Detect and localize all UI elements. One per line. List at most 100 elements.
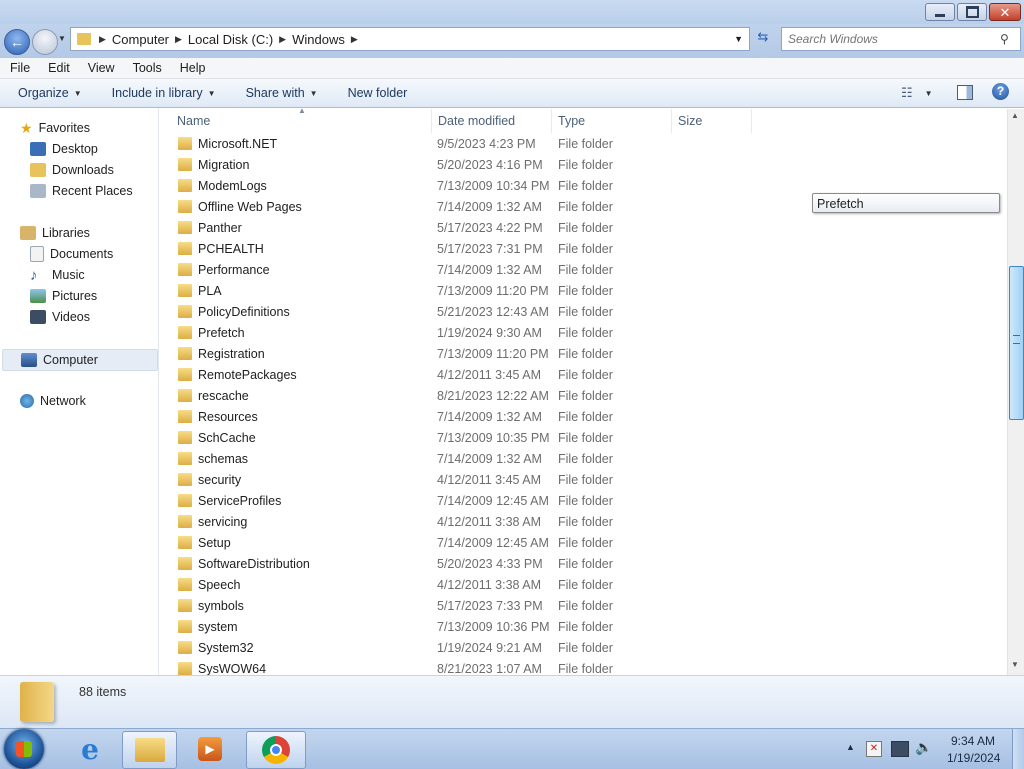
volume-muted-icon[interactable]: 🔈 <box>915 739 932 756</box>
chevron-right-icon[interactable]: ▶ <box>175 34 182 45</box>
include-in-library-button[interactable]: Include in library ▼ <box>112 86 216 100</box>
column-header-name[interactable]: Name <box>171 109 432 133</box>
file-type: File folder <box>558 158 613 172</box>
taskbar-internet-explorer[interactable]: e <box>68 731 112 767</box>
file-row[interactable]: security 4/12/2011 3:45 AM File folder <box>160 470 1007 491</box>
file-row[interactable]: PLA 7/13/2009 11:20 PM File folder <box>160 281 1007 302</box>
file-row[interactable]: ServiceProfiles 7/14/2009 12:45 AM File fo… <box>160 491 1007 512</box>
organize-button[interactable]: Organize ▼ <box>18 86 82 100</box>
taskbar-chrome[interactable] <box>246 731 306 769</box>
title-bar: ✕ <box>0 0 1024 24</box>
nav-computer-label: Computer <box>43 353 98 367</box>
nav-item-pictures[interactable]: Pictures <box>0 286 186 306</box>
column-header-type[interactable]: Type <box>552 109 672 133</box>
file-row[interactable]: symbols 5/17/2023 7:33 PM File folder <box>160 596 1007 617</box>
column-header-size[interactable]: Size <box>672 109 752 133</box>
nav-libraries[interactable]: Libraries <box>0 223 176 243</box>
nav-item-recent-places[interactable]: Recent Places <box>0 181 186 201</box>
chevron-right-icon[interactable]: ▶ <box>351 34 358 45</box>
recent-pages-dropdown[interactable]: ▼ <box>58 34 66 43</box>
file-row[interactable]: PCHEALTH 5/17/2023 7:31 PM File folder <box>160 239 1007 260</box>
breadcrumb-local-disk[interactable]: Local Disk (C:) <box>182 32 279 47</box>
file-row[interactable]: PolicyDefinitions 5/21/2023 12:43 AM File … <box>160 302 1007 323</box>
search-icon[interactable]: ⚲ <box>1000 32 1009 46</box>
folder-icon <box>178 662 192 675</box>
file-row[interactable]: Speech 4/12/2011 3:38 AM File folder <box>160 575 1007 596</box>
file-row[interactable]: Performance 7/14/2009 1:32 AM File folder <box>160 260 1007 281</box>
file-row[interactable]: RemotePackages 4/12/2011 3:45 AM File fold… <box>160 365 1007 386</box>
refresh-button[interactable]: ⇆ <box>752 29 774 47</box>
forward-button[interactable] <box>32 29 58 55</box>
file-row[interactable]: Microsoft.NET 9/5/2023 4:23 PM File folder <box>160 134 1007 155</box>
new-folder-button[interactable]: New folder <box>348 86 408 100</box>
file-date-modified: 5/17/2023 4:22 PM <box>437 221 543 235</box>
menu-file[interactable]: File <box>0 61 38 75</box>
taskbar-media-player[interactable]: ▶ <box>186 731 234 767</box>
nav-computer[interactable]: Computer <box>2 349 158 371</box>
file-row[interactable]: Prefetch 1/19/2024 9:30 AM File folder <box>160 323 1007 344</box>
chevron-right-icon[interactable]: ▶ <box>279 34 286 45</box>
file-row[interactable]: SchCache 7/13/2009 10:35 PM File folder <box>160 428 1007 449</box>
menu-help[interactable]: Help <box>170 61 214 75</box>
scroll-thumb[interactable] <box>1009 266 1024 420</box>
address-dropdown-icon[interactable]: ▼ <box>734 34 743 44</box>
help-button[interactable]: ? <box>992 83 1009 100</box>
file-row[interactable]: Migration 5/20/2023 4:16 PM File folder <box>160 155 1007 176</box>
breadcrumb-computer[interactable]: Computer <box>106 32 175 47</box>
file-row[interactable]: system 7/13/2009 10:36 PM File folder <box>160 617 1007 638</box>
show-hidden-icons-button[interactable]: ▲ <box>846 742 855 752</box>
file-row[interactable]: Setup 7/14/2009 12:45 AM File folder <box>160 533 1007 554</box>
scroll-up-arrow[interactable]: ▲ <box>1011 111 1019 120</box>
close-button[interactable]: ✕ <box>989 3 1021 21</box>
menu-view[interactable]: View <box>78 61 123 75</box>
minimize-button[interactable] <box>925 3 955 21</box>
music-icon: ♪ <box>30 266 38 284</box>
file-row[interactable]: System32 1/19/2024 9:21 AM File folder <box>160 638 1007 659</box>
column-header-date-modified[interactable]: Date modified <box>432 109 552 133</box>
nav-item-music[interactable]: ♪ Music <box>0 265 186 285</box>
chevron-right-icon[interactable]: ▶ <box>99 34 106 45</box>
menu-tools[interactable]: Tools <box>123 61 170 75</box>
file-name: Microsoft.NET <box>198 137 278 151</box>
menu-edit[interactable]: Edit <box>38 61 78 75</box>
file-row[interactable]: rescache 8/21/2023 12:22 AM File folder <box>160 386 1007 407</box>
network-status-icon[interactable] <box>891 741 909 757</box>
folder-icon <box>178 368 192 381</box>
folder-icon <box>178 137 192 150</box>
action-center-icon[interactable]: ✕ <box>866 741 882 757</box>
breadcrumb-windows[interactable]: Windows <box>286 32 351 47</box>
file-list: Microsoft.NET 9/5/2023 4:23 PM File folder… <box>160 134 1007 675</box>
folder-icon <box>178 515 192 528</box>
file-row[interactable]: Registration 7/13/2009 11:20 PM File folde… <box>160 344 1007 365</box>
nav-item-documents[interactable]: Documents <box>0 244 186 264</box>
nav-item-downloads[interactable]: Downloads <box>0 160 186 180</box>
share-with-button[interactable]: Share with ▼ <box>246 86 318 100</box>
file-type: File folder <box>558 473 613 487</box>
show-desktop-button[interactable] <box>1012 729 1024 769</box>
file-name: Speech <box>198 578 241 592</box>
clock-date[interactable]: 1/19/2024 <box>947 751 1000 765</box>
nav-item-videos[interactable]: Videos <box>0 307 186 327</box>
nav-favorites[interactable]: ★ Favorites <box>0 118 176 138</box>
view-options-button[interactable]: ☷ ▼ <box>901 85 933 101</box>
start-button[interactable] <box>4 729 44 769</box>
file-row[interactable]: Resources 7/14/2009 1:32 AM File folder <box>160 407 1007 428</box>
folder-icon <box>178 620 192 633</box>
back-button[interactable]: ← <box>4 29 30 55</box>
file-row[interactable]: servicing 4/12/2011 3:38 AM File folder <box>160 512 1007 533</box>
nav-item-desktop[interactable]: Desktop <box>0 139 186 159</box>
clock-time[interactable]: 9:34 AM <box>951 734 995 748</box>
file-row[interactable]: schemas 7/14/2009 1:32 AM File folder <box>160 449 1007 470</box>
search-input[interactable] <box>782 31 1000 47</box>
preview-pane-button[interactable] <box>957 85 973 100</box>
file-row[interactable]: SoftwareDistribution 5/20/2023 4:33 PM Fil… <box>160 554 1007 575</box>
file-row[interactable]: SysWOW64 8/21/2023 1:07 AM File folder <box>160 659 1007 675</box>
address-bar[interactable]: ▶ Computer ▶ Local Disk (C:) ▶ Windows ▶… <box>70 27 750 51</box>
restore-button[interactable] <box>957 3 987 21</box>
file-row[interactable]: Panther 5/17/2023 4:22 PM File folder <box>160 218 1007 239</box>
search-box[interactable]: ⚲ <box>781 27 1021 51</box>
taskbar-windows-explorer[interactable] <box>122 731 177 769</box>
internet-explorer-icon: e <box>81 732 99 766</box>
nav-network[interactable]: Network <box>0 391 176 411</box>
scroll-down-arrow[interactable]: ▼ <box>1011 660 1019 669</box>
